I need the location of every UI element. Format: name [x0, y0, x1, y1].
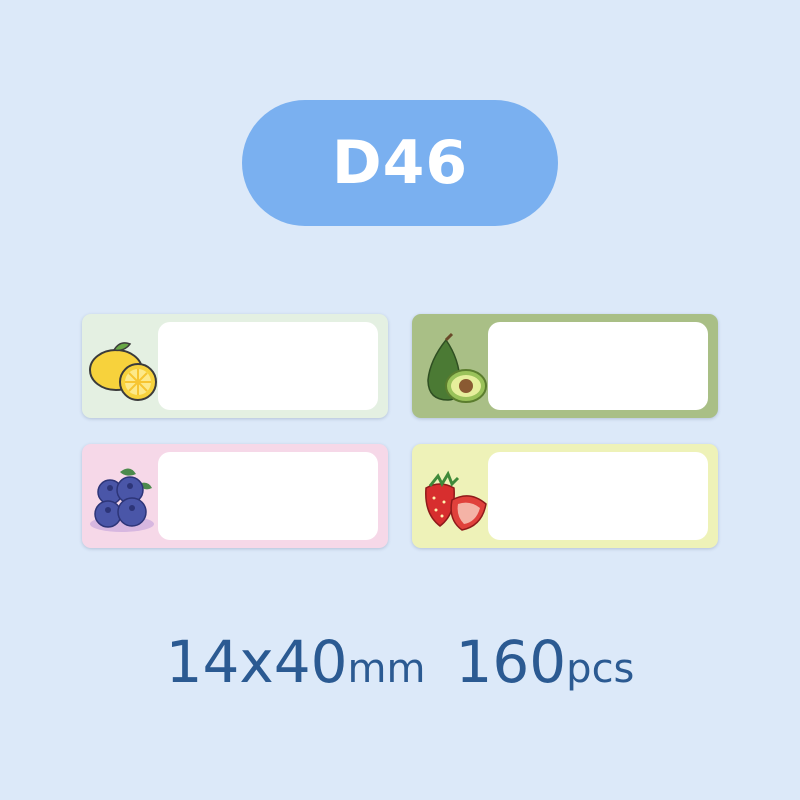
dimension-value: 14x40 — [165, 628, 348, 696]
label-strawberry — [412, 444, 718, 548]
spec-text: 14x40mm 160pcs — [0, 628, 800, 696]
label-write-area — [488, 322, 708, 410]
model-code: D46 — [331, 128, 469, 198]
count-unit: pcs — [566, 646, 635, 692]
model-badge: D46 — [242, 100, 558, 226]
label-write-area — [158, 322, 378, 410]
dimension-unit: mm — [347, 646, 426, 692]
lemon-icon — [89, 342, 157, 401]
label-write-area — [488, 452, 708, 540]
label-lemon — [82, 314, 388, 418]
label-write-area — [158, 452, 378, 540]
count-value: 160 — [455, 628, 567, 696]
blueberry-icon — [90, 468, 154, 532]
avocado-icon — [427, 332, 487, 403]
strawberry-icon — [425, 470, 487, 531]
label-avocado — [412, 314, 718, 418]
label-blueberry — [82, 444, 388, 548]
